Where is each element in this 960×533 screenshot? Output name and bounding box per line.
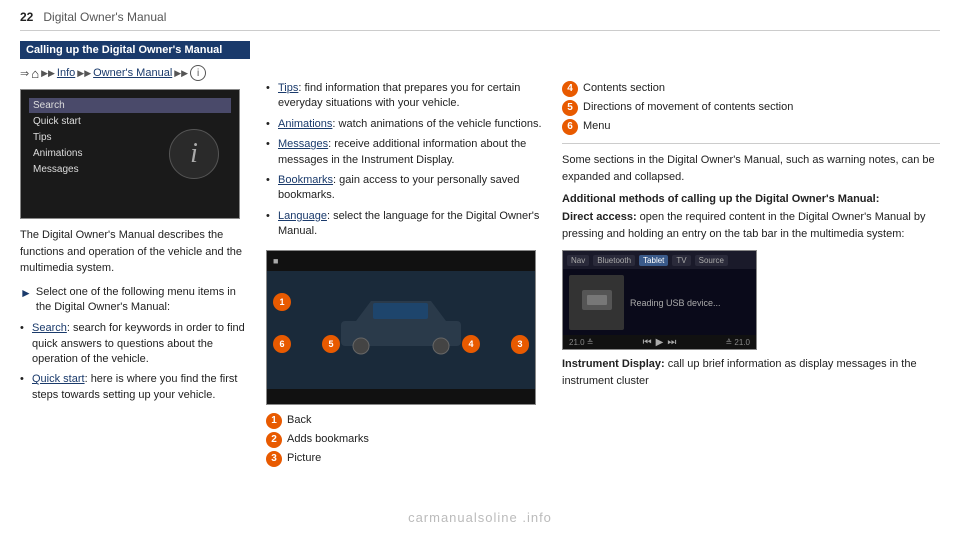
prev-icon: ⏮	[643, 337, 652, 348]
screen3-thumbnail	[569, 275, 624, 330]
arrow-item: ► Select one of the following menu items…	[20, 285, 250, 316]
numbered-item-4: 4 Contents section	[562, 81, 940, 97]
car-silhouette	[321, 286, 481, 356]
bullets-left: Search: search for keywords in order to …	[20, 321, 250, 403]
page-number: 22	[20, 10, 33, 24]
numbered-list-right: 4 Contents section 5 Directions of movem…	[562, 81, 940, 135]
badge-num-3: 3	[266, 451, 282, 467]
num-label-2: Adds bookmarks	[287, 432, 369, 447]
num-label-5: Directions of movement of contents secti…	[583, 100, 793, 115]
list-item: Messages: receive additional information…	[266, 137, 546, 168]
right-subheading: Additional methods of calling up the Dig…	[562, 193, 940, 205]
badge-4: 4	[462, 335, 480, 353]
numbered-item-6: 6 Menu	[562, 119, 940, 135]
screen1: Search Quick start Tips Animations Messa…	[20, 89, 240, 219]
instrument-display-para: Instrument Display: call up brief inform…	[562, 356, 940, 389]
nav-chevron-3: ▶▶	[174, 68, 188, 79]
next-icon: ⏭	[667, 337, 676, 348]
num-label-3: Picture	[287, 451, 321, 466]
menu-item-search: Search	[29, 98, 231, 113]
numbered-list-mid: 1 Back 2 Adds bookmarks 3 Picture	[266, 413, 546, 467]
list-item: Language: select the language for the Di…	[266, 209, 546, 240]
list-item: Search: search for keywords in order to …	[20, 321, 250, 367]
badge-1: 1	[273, 293, 291, 311]
quickstart-link[interactable]: Quick start	[32, 373, 85, 385]
tips-text: : find information that prepares you for…	[278, 82, 520, 109]
toolbar-tv: TV	[672, 255, 690, 266]
screen3: Nav Bluetooth Tablet TV Source Reading U…	[562, 250, 757, 350]
screen2: ■ 1 2	[266, 250, 536, 405]
nav-arrow-1: ⇒	[20, 67, 29, 80]
badge-5: 5	[322, 335, 340, 353]
nav-chevron-1: ▶▶	[41, 68, 55, 79]
screen3-footer: 21.0 ≙ ⏮ ▶ ⏭ ≙ 21.0	[563, 335, 756, 349]
badge-num-2: 2	[266, 432, 282, 448]
nav-owners-manual[interactable]: Owner's Manual	[93, 67, 172, 79]
arrow-marker: ►	[20, 285, 32, 316]
usb-icon	[577, 285, 617, 320]
column-right: 4 Contents section 5 Directions of movem…	[562, 41, 940, 470]
badge-3: 3	[511, 335, 529, 353]
nav-chevron-2: ▶▶	[77, 68, 91, 79]
badge-num-4: 4	[562, 81, 578, 97]
animations-link[interactable]: Animations	[278, 118, 332, 130]
nav-home-icon: ⌂	[31, 66, 39, 81]
screen1-info-icon: i	[169, 129, 219, 179]
badge-num-1: 1	[266, 413, 282, 429]
numbered-item-2: 2 Adds bookmarks	[266, 432, 546, 448]
right-para1: Some sections in the Digital Owner's Man…	[562, 152, 940, 185]
nav-path: ⇒ ⌂ ▶▶ Info ▶▶ Owner's Manual ▶▶ i	[20, 65, 250, 81]
direct-access-para: Direct access: open the required content…	[562, 209, 940, 242]
screen3-controls: ⏮ ▶ ⏭	[643, 337, 677, 348]
num-label-1: Back	[287, 413, 311, 428]
page: 22 Digital Owner's Manual Calling up the…	[0, 0, 960, 480]
list-item: Animations: watch animations of the vehi…	[266, 117, 546, 132]
tips-link[interactable]: Tips	[278, 82, 298, 94]
numbered-item-3: 3 Picture	[266, 451, 546, 467]
divider	[562, 143, 940, 144]
screen3-reading-text: Reading USB device...	[630, 298, 721, 308]
badge-6: 6	[273, 335, 291, 353]
nav-info-icon: i	[190, 65, 206, 81]
section-heading: Calling up the Digital Owner's Manual	[20, 41, 250, 59]
main-content: Calling up the Digital Owner's Manual ⇒ …	[20, 41, 940, 470]
page-title: Digital Owner's Manual	[43, 10, 166, 24]
column-left: Calling up the Digital Owner's Manual ⇒ …	[20, 41, 250, 470]
num-label-4: Contents section	[583, 81, 665, 96]
screen3-toolbar: Nav Bluetooth Tablet TV Source	[563, 251, 756, 269]
toolbar-source: Source	[695, 255, 728, 266]
column-mid: Tips: find information that prepares you…	[266, 41, 546, 470]
language-link[interactable]: Language	[278, 210, 327, 222]
numbered-item-5: 5 Directions of movement of contents sec…	[562, 100, 940, 116]
list-item: Quick start: here is where you find the …	[20, 372, 250, 403]
screen2-content: ■ 1 2	[267, 251, 535, 404]
body-text: The Digital Owner's Manual describes the…	[20, 227, 250, 277]
header: 22 Digital Owner's Manual	[20, 10, 940, 31]
nav-info[interactable]: Info	[57, 67, 75, 79]
messages-link[interactable]: Messages	[278, 138, 328, 150]
badge-num-6: 6	[562, 119, 578, 135]
arrow-item-text: Select one of the following menu items i…	[36, 285, 250, 316]
instrument-display-label: Instrument Display:	[562, 358, 665, 370]
list-item: Bookmarks: gain access to your personall…	[266, 173, 546, 204]
toolbar-tablet: Tablet	[639, 255, 668, 266]
num-label-6: Menu	[583, 119, 611, 134]
bookmarks-link[interactable]: Bookmarks	[278, 174, 333, 186]
watermark: carmanualsoline .info	[0, 510, 960, 525]
menu-item-quickstart: Quick start	[29, 114, 231, 129]
screen3-status-right: ≙ 21.0	[725, 338, 750, 347]
play-icon: ▶	[656, 337, 664, 348]
list-item: Tips: find information that prepares you…	[266, 81, 546, 112]
toolbar-bluetooth: Bluetooth	[593, 255, 635, 266]
badge-num-5: 5	[562, 100, 578, 116]
bullets-mid: Tips: find information that prepares you…	[266, 81, 546, 240]
direct-access-label: Direct access:	[562, 211, 637, 223]
screen3-status-left: 21.0 ≙	[569, 338, 594, 347]
animations-text: : watch animations of the vehicle functi…	[332, 118, 541, 130]
screen3-content: Reading USB device...	[563, 269, 756, 336]
search-link[interactable]: Search	[32, 322, 67, 334]
numbered-item-1: 1 Back	[266, 413, 546, 429]
toolbar-nav: Nav	[567, 255, 589, 266]
